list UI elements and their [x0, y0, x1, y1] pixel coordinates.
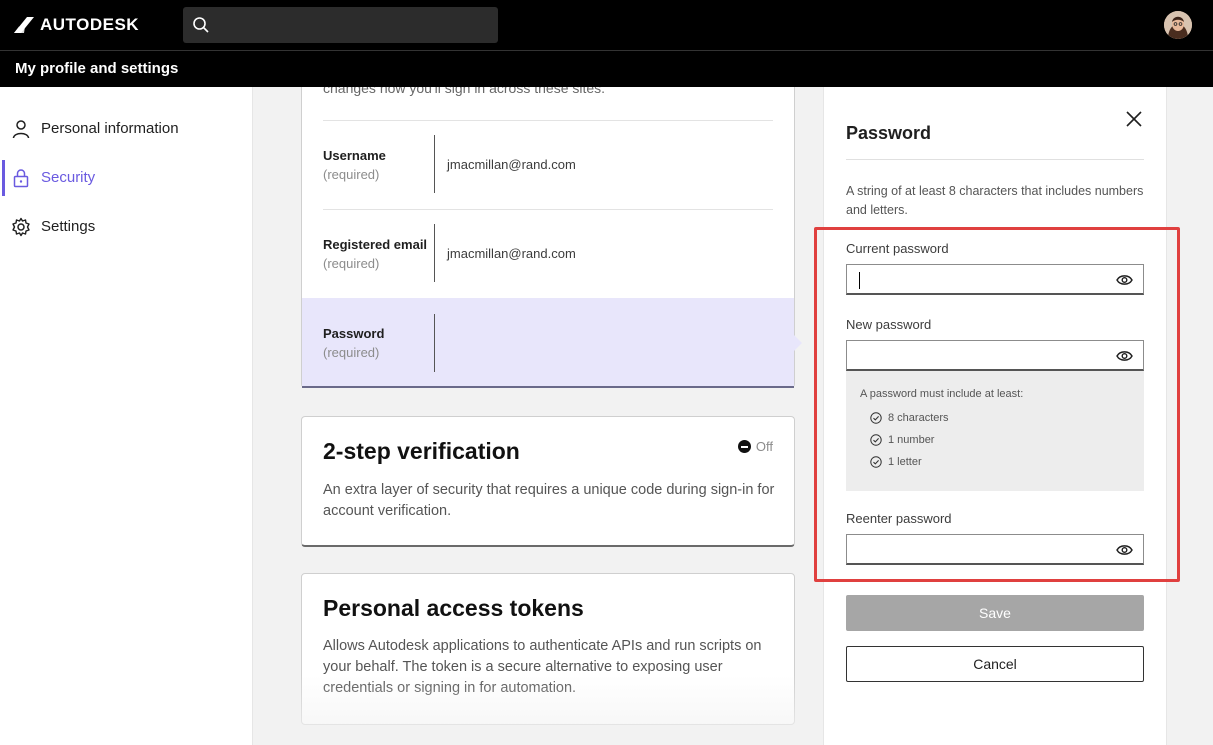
- field-label: Password: [323, 326, 385, 341]
- current-password-label: Current password: [846, 241, 949, 256]
- new-password-label: New password: [846, 317, 932, 332]
- reenter-password-input[interactable]: [847, 535, 1107, 563]
- gear-icon: [12, 217, 30, 237]
- new-password-field[interactable]: [846, 340, 1144, 371]
- sidebar-item-label: Security: [41, 169, 96, 186]
- card-title: 2-step verification: [323, 438, 520, 464]
- requirements-title: A password must include at least:: [860, 388, 1024, 400]
- cancel-button[interactable]: Cancel: [846, 646, 1144, 682]
- lock-icon: [13, 169, 29, 188]
- field-label: Registered email: [323, 237, 428, 252]
- show-password-icon[interactable]: [1116, 349, 1133, 363]
- sub-header: My profile and settings: [0, 50, 1213, 87]
- requirement-text: 1 number: [888, 434, 935, 446]
- field-separator: [434, 135, 435, 193]
- username-value: jmacmillan@rand.com: [447, 157, 576, 172]
- close-icon[interactable]: [1122, 107, 1146, 131]
- reenter-password-label: Reenter password: [846, 511, 952, 526]
- card-description: changes how you'll sign in across these …: [323, 87, 606, 96]
- requirement-item: 1 letter: [870, 456, 922, 468]
- current-password-input[interactable]: [847, 265, 1107, 293]
- page-title: My profile and settings: [15, 60, 179, 77]
- toggle-status: Off: [755, 439, 773, 454]
- field-separator: [434, 224, 435, 282]
- requirement-item: 1 number: [870, 434, 934, 446]
- check-circle-icon: [870, 456, 882, 468]
- password-row[interactable]: Password (required): [302, 298, 794, 388]
- brand-name: AUTODESK: [40, 15, 140, 34]
- two-step-toggle[interactable]: Off: [737, 439, 773, 454]
- search-icon[interactable]: [192, 16, 210, 34]
- divider: [323, 120, 773, 121]
- panel-description: A string of at least 8 characters that i…: [846, 184, 1144, 217]
- requirement-item: 8 characters: [870, 412, 949, 424]
- save-button[interactable]: Save: [846, 595, 1144, 631]
- sidebar-item-label: Settings: [41, 218, 96, 235]
- sidebar-item-settings[interactable]: Settings: [0, 207, 253, 247]
- field-required: (required): [323, 345, 380, 360]
- avatar[interactable]: [1164, 11, 1192, 39]
- field-separator: [434, 314, 435, 372]
- check-circle-icon: [870, 434, 882, 446]
- divider: [323, 209, 773, 210]
- user-avatar-icon: [1164, 11, 1192, 39]
- two-step-verification-card[interactable]: 2-step verification Off An extra layer o…: [301, 416, 795, 547]
- selection-pointer: [793, 334, 802, 352]
- requirement-text: 1 letter: [888, 456, 922, 468]
- requirement-text: 8 characters: [888, 412, 949, 424]
- check-circle-icon: [870, 412, 882, 424]
- sidebar-item-personal-information[interactable]: Personal information: [0, 109, 253, 149]
- new-password-input[interactable]: [847, 341, 1107, 369]
- card-title: Personal access tokens: [323, 595, 584, 621]
- field-label: Username: [323, 148, 386, 163]
- autodesk-logo[interactable]: AUTODESK: [14, 14, 139, 36]
- sidebar-item-security[interactable]: Security: [0, 158, 253, 198]
- panel-title: Password: [846, 123, 932, 143]
- personal-access-tokens-card[interactable]: Personal access tokens Allows Autodesk a…: [301, 573, 795, 725]
- sign-in-card: changes how you'll sign in across these …: [301, 87, 795, 388]
- top-bar: AUTODESK: [0, 0, 1213, 50]
- divider: [846, 159, 1144, 160]
- current-password-field[interactable]: [846, 264, 1144, 295]
- person-icon: [12, 120, 30, 139]
- card-description: Allows Autodesk applications to authenti…: [323, 638, 762, 696]
- show-password-icon[interactable]: [1116, 273, 1133, 287]
- main-content: changes how you'll sign in across these …: [253, 87, 823, 745]
- text-caret: [859, 272, 860, 289]
- page-background: [1167, 87, 1213, 745]
- password-panel: Password A string of at least 8 characte…: [823, 87, 1167, 745]
- show-password-icon[interactable]: [1116, 543, 1133, 557]
- field-required: (required): [323, 167, 380, 182]
- email-value: jmacmillan@rand.com: [447, 246, 576, 261]
- off-status-icon: [737, 440, 751, 453]
- search-bar[interactable]: [183, 7, 498, 43]
- autodesk-logo-icon: [14, 17, 34, 33]
- reenter-password-field[interactable]: [846, 534, 1144, 565]
- sidebar: Personal information Security Settings: [0, 87, 253, 745]
- active-indicator: [2, 160, 5, 196]
- card-description: An extra layer of security that requires…: [323, 482, 775, 519]
- password-requirements: A password must include at least: 8 char…: [846, 371, 1144, 491]
- field-required: (required): [323, 256, 380, 271]
- sidebar-item-label: Personal information: [41, 120, 179, 137]
